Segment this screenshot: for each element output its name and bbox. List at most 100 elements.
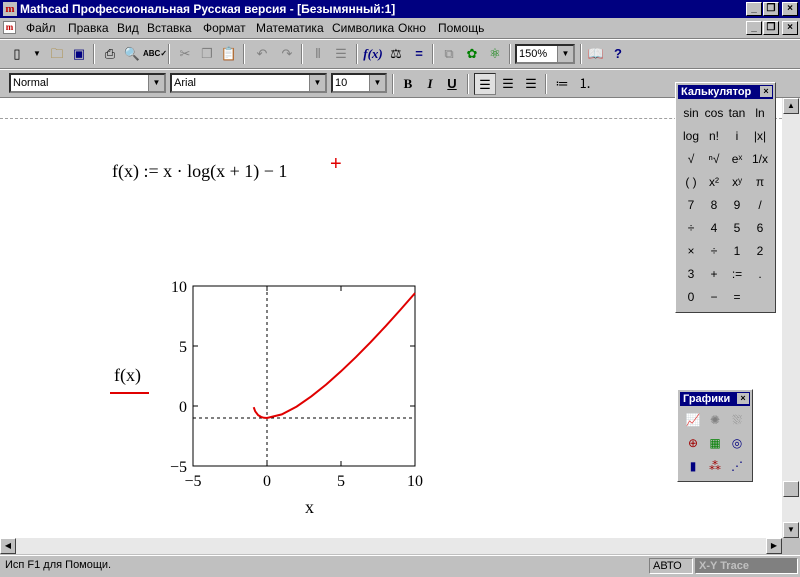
calc-key-reciprocal[interactable]: 1/x: [749, 148, 771, 170]
paste-icon[interactable]: 📋: [218, 43, 240, 65]
calc-key-digit-3[interactable]: 3: [680, 263, 702, 285]
polar-grid-icon[interactable]: ⊕: [682, 432, 704, 454]
menu-edit[interactable]: Правка: [68, 21, 109, 35]
calc-key-exponent[interactable]: eˣ: [726, 148, 748, 170]
calc-key-tan[interactable]: tan: [726, 102, 748, 124]
numbered-list-icon[interactable]: ⒈: [574, 73, 596, 95]
menu-math[interactable]: Математика: [256, 21, 324, 35]
chevron-down-icon[interactable]: ▼: [369, 75, 385, 91]
calc-key-decimal-point[interactable]: .: [749, 263, 771, 285]
calculator-title[interactable]: Калькулятор ×: [678, 85, 773, 99]
copy-icon[interactable]: ❐: [196, 43, 218, 65]
chevron-down-icon[interactable]: ▼: [148, 75, 164, 91]
vertical-scrollbar[interactable]: ▲ ▼: [782, 98, 800, 538]
calc-key-digit-5[interactable]: 5: [726, 217, 748, 239]
calc-key-digit-9[interactable]: 9: [726, 194, 748, 216]
calc-key-absolute-value[interactable]: |x|: [749, 125, 771, 147]
close-icon[interactable]: ×: [760, 86, 772, 97]
polar-plot-icon[interactable]: ✺: [704, 409, 726, 431]
calc-key-mixed-number[interactable]: ÷: [680, 217, 702, 239]
print-icon[interactable]: ⎙: [99, 43, 121, 65]
calc-key-factorial[interactable]: n!: [703, 125, 725, 147]
calc-key-imaginary[interactable]: i: [726, 125, 748, 147]
minimize-button[interactable]: _: [746, 2, 762, 16]
font-size-select[interactable]: 10 ▼: [331, 73, 387, 93]
close-icon[interactable]: ×: [737, 393, 749, 404]
calc-key-define[interactable]: :=: [726, 263, 748, 285]
calc-key-digit-1[interactable]: 1: [726, 240, 748, 262]
insert-function-icon[interactable]: f(x): [362, 43, 384, 65]
vector-field-icon[interactable]: ⋰: [726, 455, 748, 477]
chevron-down-icon[interactable]: ▼: [557, 46, 573, 62]
calc-key-digit-8[interactable]: 8: [703, 194, 725, 216]
open-folder-icon[interactable]: 🗀: [46, 43, 68, 65]
calc-key-square[interactable]: x²: [703, 171, 725, 193]
calc-key-ln[interactable]: ln: [749, 102, 771, 124]
xy-plot[interactable]: 1050−5 −5 0 5 10: [100, 266, 440, 526]
surface-plot-icon[interactable]: ⛆: [726, 409, 748, 431]
menu-insert[interactable]: Вставка: [147, 21, 192, 35]
insert-unit-icon[interactable]: ⚖: [385, 43, 407, 65]
calc-key-digit-0[interactable]: 0: [680, 286, 702, 308]
scatter-3d-icon[interactable]: ⁂: [704, 455, 726, 477]
scroll-up-button[interactable]: ▲: [783, 98, 799, 114]
graphs-title[interactable]: Графики ×: [680, 392, 750, 406]
align-center-icon[interactable]: ☰: [497, 73, 519, 95]
close-button[interactable]: ×: [782, 2, 798, 16]
align-right-icon[interactable]: ☰: [520, 73, 542, 95]
scroll-left-button[interactable]: ◀: [0, 538, 16, 554]
function-definition[interactable]: f(x) := x · log(x + 1) − 1: [112, 161, 287, 182]
calc-key-digit-6[interactable]: 6: [749, 217, 771, 239]
menu-window[interactable]: Окно: [398, 21, 426, 35]
scroll-down-button[interactable]: ▼: [783, 522, 799, 538]
calc-key-cos[interactable]: cos: [703, 102, 725, 124]
cut-icon[interactable]: ✂: [174, 43, 196, 65]
align-down-icon[interactable]: ☰: [330, 43, 352, 65]
calc-key-power[interactable]: xʸ: [726, 171, 748, 193]
font-select[interactable]: Arial ▼: [170, 73, 327, 93]
menu-help[interactable]: Помощь: [438, 21, 484, 35]
calc-key-plus[interactable]: +: [703, 263, 725, 285]
calc-key-divide-symbol[interactable]: ÷: [703, 240, 725, 262]
calc-key-parentheses[interactable]: ( ): [680, 171, 702, 193]
bold-button[interactable]: B: [397, 73, 419, 95]
new-dropdown-icon[interactable]: ▼: [26, 43, 48, 65]
redo-icon[interactable]: ↷: [276, 43, 298, 65]
document-icon[interactable]: m: [3, 21, 16, 34]
bullet-list-icon[interactable]: ≔: [551, 73, 573, 95]
bar-plot-icon[interactable]: ▮: [682, 455, 704, 477]
xy-plot-icon[interactable]: 📈: [682, 409, 704, 431]
calc-key-log[interactable]: log: [680, 125, 702, 147]
calc-key-minus[interactable]: −: [703, 286, 725, 308]
doc-close-button[interactable]: ×: [782, 21, 798, 35]
zoom-select[interactable]: 150% ▼: [515, 44, 575, 64]
doc-restore-button[interactable]: ❐: [763, 21, 779, 35]
scroll-thumb[interactable]: [783, 481, 799, 497]
underline-button[interactable]: U: [441, 73, 463, 95]
calculate-icon[interactable]: =: [408, 43, 430, 65]
calc-key-square-root[interactable]: √: [680, 148, 702, 170]
menu-view[interactable]: Вид: [117, 21, 139, 35]
horizontal-scrollbar[interactable]: ◀ ▶: [0, 538, 782, 554]
menu-file[interactable]: Файл: [26, 21, 56, 35]
3d-surface-icon[interactable]: ▦: [704, 432, 726, 454]
resource-center-icon[interactable]: 📖: [585, 43, 607, 65]
mathcad-app-icon[interactable]: m: [3, 2, 17, 16]
align-left-icon[interactable]: ☰: [474, 73, 496, 95]
scroll-right-button[interactable]: ▶: [766, 538, 782, 554]
calc-key-nth-root[interactable]: ⁿ√: [703, 148, 725, 170]
worksheet[interactable]: f(x) := x · log(x + 1) − 1 + 10 5 0 −5 −5 0 5…: [0, 98, 782, 538]
calc-key-pi[interactable]: π: [749, 171, 771, 193]
calc-key-divide[interactable]: /: [749, 194, 771, 216]
undo-icon[interactable]: ↶: [251, 43, 273, 65]
new-document-icon[interactable]: ▯: [6, 43, 28, 65]
align-across-icon[interactable]: ⫴: [307, 43, 329, 65]
contour-plot-icon[interactable]: ◎: [726, 432, 748, 454]
maximize-button[interactable]: ❐: [763, 2, 779, 16]
insert-component-icon[interactable]: ✿: [461, 43, 483, 65]
save-icon[interactable]: ▣: [68, 43, 90, 65]
calc-key-digit-4[interactable]: 4: [703, 217, 725, 239]
menu-format[interactable]: Формат: [203, 21, 246, 35]
print-preview-icon[interactable]: 🔍: [121, 43, 143, 65]
calc-key-digit-7[interactable]: 7: [680, 194, 702, 216]
